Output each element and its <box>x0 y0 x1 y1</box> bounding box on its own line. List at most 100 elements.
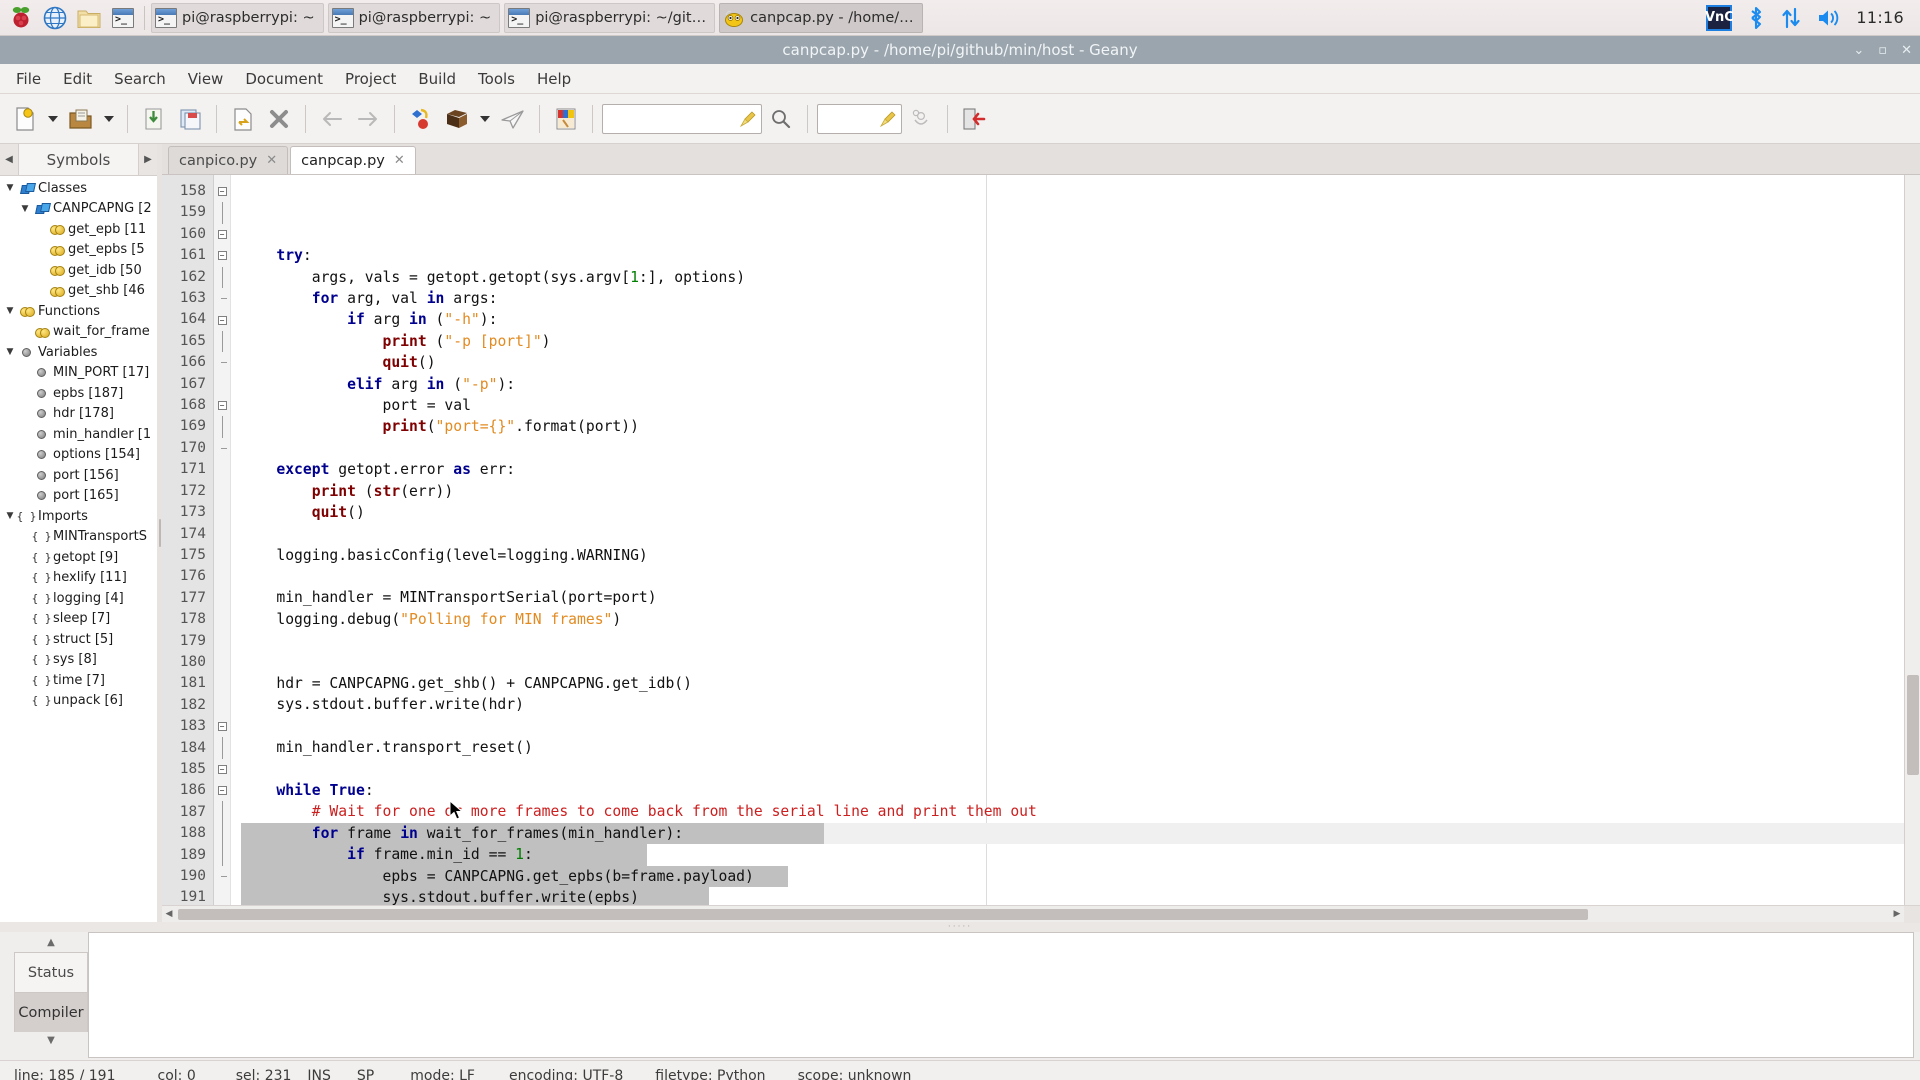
code-line[interactable] <box>241 652 1904 673</box>
terminal-launcher-icon[interactable] <box>107 2 139 34</box>
symbol-tree-row[interactable]: ▶ get_idb [50 <box>0 260 157 281</box>
menu-edit[interactable]: Edit <box>53 66 102 92</box>
code-line[interactable]: logging.basicConfig(level=logging.WARNIN… <box>241 545 1904 566</box>
hscroll-left-icon[interactable]: ◀ <box>162 909 176 919</box>
symbol-tree-row[interactable]: ▶{ }unpack [6] <box>0 691 157 712</box>
code-text[interactable]: try: args, vals = getopt.getopt(sys.argv… <box>231 175 1904 905</box>
code-line[interactable]: print ("-p [port]") <box>241 331 1904 352</box>
chevron-down-icon[interactable]: ▼ <box>2 347 18 357</box>
symbol-tree-row[interactable]: ▶{ }getopt [9] <box>0 547 157 568</box>
menu-document[interactable]: Document <box>235 66 333 92</box>
vnc-icon[interactable]: VnC <box>1705 4 1734 31</box>
symbol-tree-row[interactable]: ▶ options [154] <box>0 445 157 466</box>
maximize-icon[interactable]: ▫ <box>1878 44 1887 57</box>
code-line[interactable] <box>241 438 1904 459</box>
editor-vertical-scrollbar[interactable] <box>1904 175 1920 905</box>
run-button[interactable] <box>496 102 530 136</box>
message-tab-compiler[interactable]: Compiler <box>14 992 88 1032</box>
navigate-forward-button[interactable] <box>351 102 385 136</box>
clear-search-icon[interactable] <box>739 110 757 128</box>
symbol-tree-row[interactable]: ▶{ }logging [4] <box>0 588 157 609</box>
symbol-tree-row[interactable]: ▶ MIN_PORT [17] <box>0 363 157 384</box>
close-icon[interactable]: ✕ <box>1901 44 1912 57</box>
color-chooser-button[interactable] <box>549 102 583 136</box>
symbol-tree-row[interactable]: ▶ wait_for_frame <box>0 322 157 343</box>
code-line[interactable]: while True: <box>241 780 1904 801</box>
menu-project[interactable]: Project <box>335 66 406 92</box>
code-line[interactable]: min_handler = MINTransportSerial(port=po… <box>241 587 1904 608</box>
code-view[interactable]: 158 159 160 161 162 163 164 165 166 167 168 169 170 1… <box>162 175 1920 905</box>
search-icon[interactable] <box>764 102 798 136</box>
editor-tab-canpcap[interactable]: canpcap.py ✕ <box>290 146 416 174</box>
symbol-tree-row[interactable]: ▶ get_epbs [5 <box>0 240 157 261</box>
sidebar-tab-symbols[interactable]: Symbols <box>18 144 139 175</box>
symbol-tree-row[interactable]: ▶ epbs [187] <box>0 383 157 404</box>
open-recent-dropdown[interactable] <box>100 102 118 136</box>
code-line[interactable]: sys.stdout.buffer.write(epbs) <box>241 886 1904 905</box>
chevron-down-icon[interactable]: ▼ <box>2 183 18 193</box>
symbol-tree-row[interactable]: ▶ get_shb [46 <box>0 281 157 302</box>
message-tabs-scroll-down-icon[interactable]: ▼ <box>14 1032 88 1050</box>
message-window-splitter[interactable]: ····· <box>0 922 1920 932</box>
code-line[interactable]: # Wait for one or more frames to come ba… <box>241 801 1904 822</box>
symbol-tree-row[interactable]: ▶ min_handler [1 <box>0 424 157 445</box>
quit-button[interactable] <box>957 102 991 136</box>
raspberry-menu-icon[interactable] <box>5 2 37 34</box>
goto-line-field-wrapper[interactable] <box>817 103 902 134</box>
code-line[interactable]: for arg, val in args: <box>241 288 1904 309</box>
symbol-tree-row[interactable]: ▼{ } Imports <box>0 506 157 527</box>
symbol-tree-row[interactable]: ▶ port [156] <box>0 465 157 486</box>
symbol-tree-row[interactable]: ▶{ }MINTransportS <box>0 527 157 548</box>
fold-toggle-icon[interactable]: − <box>214 716 230 737</box>
fold-toggle-icon[interactable]: − <box>214 224 230 245</box>
symbol-tree-row[interactable]: ▼ CANPCAPNG [2 <box>0 199 157 220</box>
menu-help[interactable]: Help <box>527 66 581 92</box>
symbol-tree-row[interactable]: ▼ Variables <box>0 342 157 363</box>
code-line[interactable]: print("port={}".format(port)) <box>241 416 1904 437</box>
close-icon[interactable]: ✕ <box>266 153 277 168</box>
new-file-dropdown[interactable] <box>44 102 62 136</box>
code-line[interactable] <box>241 566 1904 587</box>
code-line[interactable]: hdr = CANPCAPNG.get_shb() + CANPCAPNG.ge… <box>241 673 1904 694</box>
editor-tab-canpico[interactable]: canpico.py ✕ <box>168 146 289 174</box>
chevron-down-icon[interactable]: ▼ <box>2 306 18 316</box>
symbol-tree-row[interactable]: ▶{ }sys [8] <box>0 650 157 671</box>
symbol-tree-row[interactable]: ▶{ }hexlify [11] <box>0 568 157 589</box>
bluetooth-icon[interactable] <box>1746 5 1766 31</box>
web-browser-icon[interactable] <box>39 2 71 34</box>
navigate-back-button[interactable] <box>315 102 349 136</box>
symbol-tree-row[interactable]: ▼ Functions <box>0 301 157 322</box>
build-button[interactable] <box>440 102 474 136</box>
chevron-down-icon[interactable]: ▼ <box>17 204 33 214</box>
symbol-tree-row[interactable]: ▶{ }struct [5] <box>0 629 157 650</box>
code-line[interactable]: try: <box>241 245 1904 266</box>
fold-toggle-icon[interactable]: − <box>214 395 230 416</box>
code-line[interactable] <box>241 523 1904 544</box>
hscroll-right-icon[interactable]: ▶ <box>1890 909 1904 919</box>
code-line[interactable]: epbs = CANPCAPNG.get_epbs(b=frame.payloa… <box>241 865 1904 887</box>
code-line[interactable]: logging.debug("Polling for MIN frames") <box>241 609 1904 630</box>
fold-margin[interactable]: − − − − − − − − <box>214 175 231 905</box>
fold-toggle-icon[interactable]: − <box>214 245 230 266</box>
code-line[interactable]: quit() <box>241 352 1904 373</box>
taskbar-window-0[interactable]: pi@raspberrypi: ~ <box>151 2 324 33</box>
close-file-button[interactable] <box>262 102 296 136</box>
symbol-tree-row[interactable]: ▼ Classes <box>0 178 157 199</box>
menu-tools[interactable]: Tools <box>468 66 525 92</box>
symbol-tree-row[interactable]: ▶ port [165] <box>0 486 157 507</box>
fold-toggle-icon[interactable]: − <box>214 780 230 801</box>
message-tab-status[interactable]: Status <box>14 952 88 992</box>
code-line[interactable]: for frame in wait_for_frames(min_handler… <box>241 822 1904 845</box>
symbol-tree[interactable]: ▼ Classes ▼ CANPCAPNG [2 ▶ get_epb [11 ▶ get_ep… <box>0 176 157 922</box>
code-line[interactable]: min_handler.transport_reset() <box>241 737 1904 758</box>
code-line[interactable]: elif arg in ("-p"): <box>241 374 1904 395</box>
symbol-tree-row[interactable]: ▶ hdr [178] <box>0 404 157 425</box>
editor-horizontal-scrollbar[interactable]: ◀ ▶ <box>162 905 1920 923</box>
clock[interactable]: 11:16 <box>1856 8 1904 27</box>
jump-to-line-icon[interactable] <box>904 102 938 136</box>
sidebar-next-icon[interactable]: ▶ <box>139 154 157 165</box>
open-file-button[interactable] <box>64 102 98 136</box>
save-all-button[interactable] <box>173 102 207 136</box>
code-line[interactable]: args, vals = getopt.getopt(sys.argv[1:],… <box>241 267 1904 288</box>
code-line[interactable]: if arg in ("-h"): <box>241 309 1904 330</box>
